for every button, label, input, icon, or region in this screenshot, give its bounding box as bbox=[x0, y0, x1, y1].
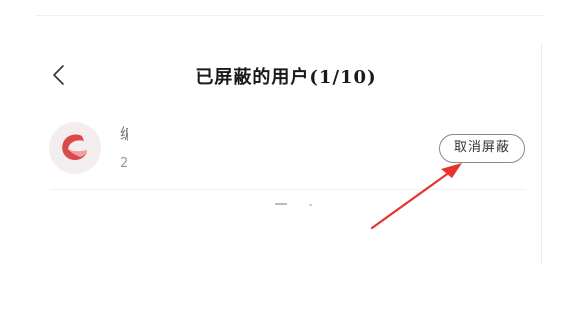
top-divider bbox=[36, 15, 544, 16]
header: 已屏蔽的用户(1/10) bbox=[36, 55, 536, 95]
loading-dot bbox=[309, 204, 312, 206]
user-name: 编 bbox=[120, 125, 128, 143]
unblock-button[interactable]: 取消屏蔽 bbox=[439, 134, 525, 163]
panel-edge bbox=[541, 43, 542, 265]
brand-logo-icon bbox=[49, 122, 101, 174]
avatar[interactable] bbox=[49, 122, 101, 174]
blocked-users-screen: 已屏蔽的用户(1/10) 编 2 取消屏蔽 bbox=[0, 0, 565, 323]
row-divider bbox=[50, 189, 526, 190]
page-title: 已屏蔽的用户(1/10) bbox=[195, 67, 377, 88]
loading-dash bbox=[275, 203, 287, 205]
list-item: 编 2 取消屏蔽 bbox=[36, 115, 528, 185]
user-subtitle: 2 bbox=[120, 156, 128, 171]
